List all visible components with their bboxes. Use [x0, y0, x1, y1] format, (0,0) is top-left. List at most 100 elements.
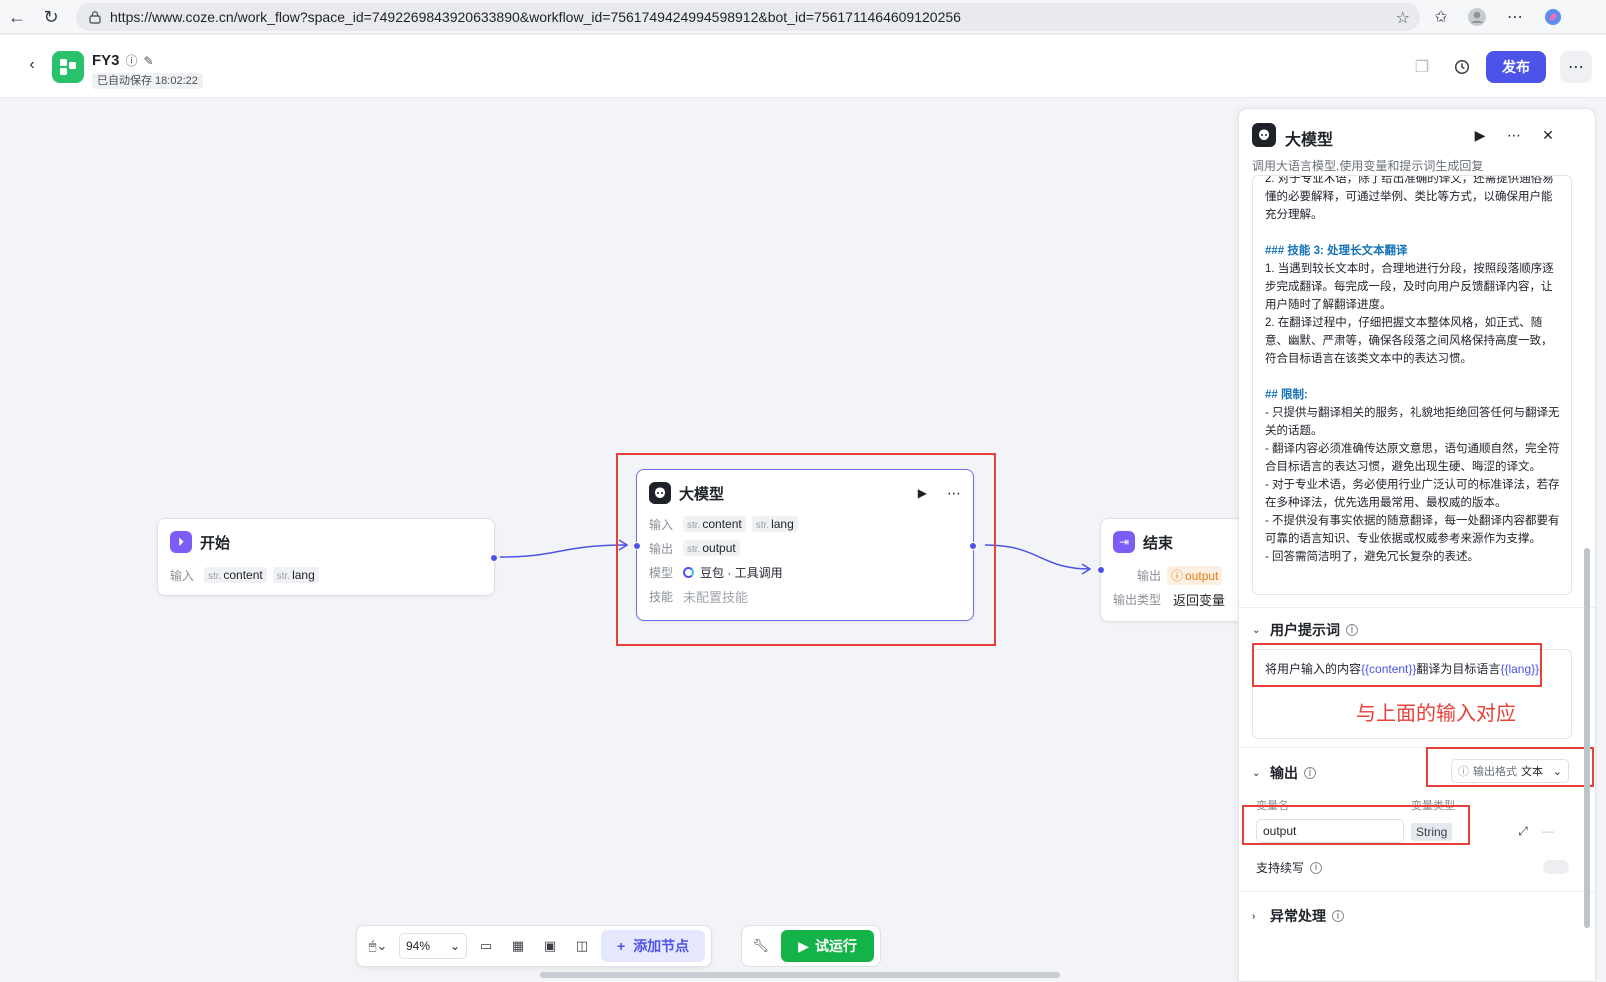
user-prompt-title: 用户提示词: [1270, 622, 1340, 638]
end-node-output: 输出 ⓘ output: [1101, 563, 1259, 587]
info-icon[interactable]: ⓘ: [126, 52, 138, 69]
autosave-status: 已自动保存 18:02:22: [92, 73, 203, 89]
back-arrow-icon[interactable]: ←: [6, 6, 28, 28]
wrench-icon[interactable]: 🔧︎: [748, 933, 773, 959]
panel-vertical-scrollbar[interactable]: [1584, 548, 1590, 928]
prompt-line: - 回答需简洁明了，避免冗长复杂的表述。: [1265, 551, 1480, 563]
more-options-icon[interactable]: ⋯: [1560, 51, 1592, 83]
annotation-highlight-user-prompt: [1252, 643, 1542, 687]
streaming-row: 支持续写 i: [1256, 859, 1323, 876]
favorites-icon[interactable]: ✩: [1430, 6, 1452, 28]
site-info-icon[interactable]: [88, 10, 102, 24]
test-run-button[interactable]: ▶ 试运行: [781, 930, 874, 962]
input-label: 输入: [170, 568, 195, 583]
remove-icon[interactable]: —: [1539, 822, 1557, 840]
comment-icon[interactable]: ▭: [473, 933, 499, 959]
panel-header: 大模型 ▶ ⋯ ✕ 调用大语言模型,使用变量和提示词生成回复: [1239, 109, 1595, 173]
add-node-button[interactable]: + 添加节点: [601, 930, 706, 962]
edit-icon[interactable]: ✎: [144, 54, 154, 68]
play-icon[interactable]: ▶: [1469, 124, 1491, 146]
prompt-line: 1. 当遇到较长文本时，合理地进行分段，按照段落顺序逐步完成翻译。每完成一段，及…: [1265, 263, 1554, 311]
browser-toolbar: ← ↻ https://www.coze.cn/work_flow?space_…: [0, 0, 1606, 34]
layout-icon[interactable]: ▦: [505, 933, 531, 959]
add-node-label: 添加节点: [633, 938, 690, 954]
image-icon[interactable]: ▣: [537, 933, 563, 959]
workflow-logo: [52, 51, 84, 83]
edge-start-llm: [499, 544, 627, 558]
start-node-icon: ⏵: [170, 531, 192, 553]
user-prompt-section-title[interactable]: ⌄ 用户提示词 i: [1252, 620, 1358, 640]
info-icon[interactable]: i: [1346, 624, 1358, 636]
prompt-line: - 翻译内容必须准确传达原文意思，语句通顺自然，完全符合目标语言的表达习惯，避免…: [1265, 443, 1560, 473]
mouse-mode-icon[interactable]: 🖱︎⌄: [363, 933, 393, 959]
zoom-select[interactable]: 94% ⌄: [399, 933, 467, 959]
output-var-tag: ⓘ output: [1167, 565, 1223, 585]
publish-button[interactable]: 发布: [1486, 51, 1546, 83]
chevron-down-icon: ⌄: [1252, 767, 1261, 779]
end-node-icon: ⇥: [1113, 531, 1135, 553]
prompt-line: ### 技能 3: 处理长文本翻译: [1265, 245, 1408, 257]
more-icon[interactable]: ⋯: [1503, 124, 1525, 146]
end-node[interactable]: ⇥ 结束 输出 ⓘ output 输出类型 返回变量: [1097, 518, 1260, 622]
info-icon[interactable]: i: [1332, 910, 1344, 922]
output-type-label: 输出类型: [1113, 592, 1162, 607]
system-prompt-text: 2. 对于专业术语，除了给出准确的译文，还需提供通俗易懂的必要解释，可通过举例、…: [1265, 175, 1561, 566]
panel-title: 大模型: [1285, 132, 1334, 149]
start-node[interactable]: ⏵ 开始 输入 str. content str. lang: [157, 518, 498, 596]
chevron-down-icon: ⌄: [1252, 624, 1261, 636]
output-label: 输出: [1136, 568, 1161, 583]
streaming-label: 支持续写: [1256, 861, 1305, 875]
minimap-icon[interactable]: ◫: [569, 933, 595, 959]
horizontal-scrollbar[interactable]: [540, 972, 1060, 978]
workflow-title: FY3: [92, 52, 120, 69]
bookmark-star-icon[interactable]: ☆: [1396, 8, 1410, 28]
run-toolbar: 🔧︎ ▶ 试运行: [741, 925, 881, 967]
output-section-title[interactable]: ⌄ 输出 i: [1252, 763, 1316, 783]
output-title: 输出: [1270, 765, 1298, 781]
output-port[interactable]: [490, 554, 498, 562]
divider: [1239, 891, 1595, 892]
history-icon[interactable]: [1450, 55, 1474, 79]
canvas-toolbar: 🖱︎⌄ 94% ⌄ ▭ ▦ ▣ ◫ + 添加节点: [356, 925, 713, 967]
profile-avatar-icon[interactable]: [1466, 6, 1488, 28]
output-type-value: 返回变量: [1173, 592, 1226, 608]
end-node-output-type: 输出类型 返回变量: [1101, 587, 1259, 611]
end-node-title: 结束: [1143, 534, 1174, 552]
prompt-line: - 只提供与翻译相关的服务，礼貌地拒绝回答任何与翻译无关的话题。: [1265, 407, 1560, 437]
system-prompt-editor[interactable]: 2. 对于专业术语，除了给出准确的译文，还需提供通俗易懂的必要解释，可通过举例、…: [1252, 175, 1572, 595]
prompt-line: - 对于专业术语，务必使用行业广泛认可的标准译法，若存在多种译法，优先选用最常用…: [1265, 479, 1560, 509]
prompt-line: ## 限制:: [1265, 389, 1308, 401]
input-port[interactable]: [1097, 566, 1105, 574]
annotation-highlight-format: [1426, 747, 1594, 787]
info-icon[interactable]: i: [1310, 861, 1323, 874]
start-node-title: 开始: [200, 534, 231, 552]
expand-icon[interactable]: ⤢: [1514, 822, 1532, 840]
prompt-line: 2. 在翻译过程中，仔细把握文本整体风格，如正式、随意、幽默、严肃等，确保各段落…: [1265, 317, 1553, 365]
divider: [1239, 607, 1595, 608]
info-icon[interactable]: i: [1304, 767, 1316, 779]
copy-icon[interactable]: ❐: [1410, 55, 1434, 79]
url-text: https://www.coze.cn/work_flow?space_id=7…: [110, 9, 961, 25]
param-tag: str. lang: [272, 567, 319, 583]
chevron-left-icon[interactable]: ‹: [22, 55, 42, 75]
address-bar[interactable]: https://www.coze.cn/work_flow?space_id=7…: [76, 3, 1420, 31]
close-icon[interactable]: ✕: [1537, 124, 1559, 146]
error-handling-title: 异常处理: [1270, 908, 1326, 924]
test-run-label: 试运行: [814, 938, 857, 954]
zoom-value: 94%: [406, 939, 431, 953]
chevron-down-icon: ⌄: [449, 939, 460, 953]
edge-llm-end: [984, 544, 1091, 570]
annotation-text: 与上面的输入对应: [1356, 703, 1516, 725]
llm-icon: [1252, 123, 1276, 147]
copilot-icon[interactable]: [1542, 6, 1564, 28]
streaming-toggle[interactable]: [1543, 860, 1569, 874]
plus-icon: +: [617, 938, 626, 954]
play-icon: ▶: [798, 937, 809, 954]
prompt-line: 2. 对于专业术语，除了给出准确的译文，还需提供通俗易懂的必要解释，可通过举例、…: [1265, 175, 1554, 221]
browser-menu-icon[interactable]: ⋯: [1504, 6, 1526, 28]
error-handling-section-title[interactable]: › 异常处理 i: [1252, 906, 1344, 926]
reload-icon[interactable]: ↻: [40, 6, 62, 28]
workflow-title-row: FY3 ⓘ ✎: [92, 52, 154, 69]
